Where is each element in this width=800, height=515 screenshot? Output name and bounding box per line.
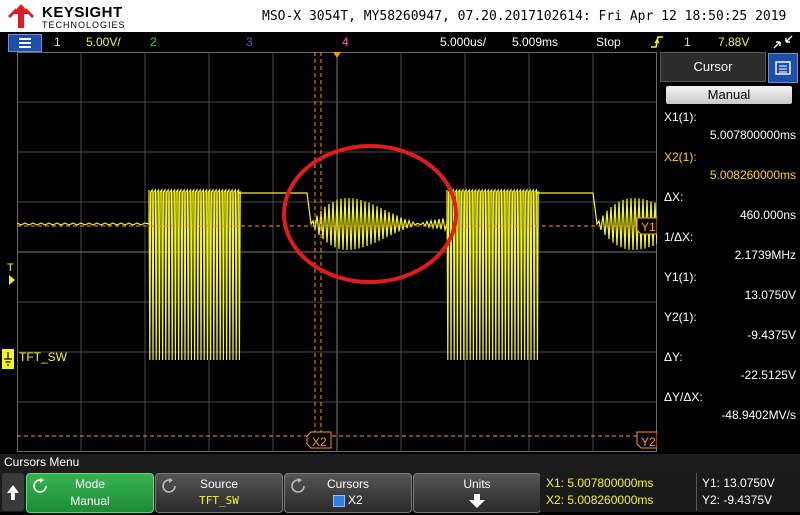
channel2-number[interactable]: 2	[150, 35, 157, 49]
cursor-readout-value: 5.008260000ms	[709, 168, 796, 182]
cursor-readout-value: 460.000ns	[739, 208, 796, 222]
readout-divider	[696, 473, 697, 511]
cursor-panel: Cursor Manual X1(1): 5.007800000ms X2(1): 5…	[660, 52, 800, 452]
cursor-readout-row: Y2(1): -9.4375V	[664, 310, 796, 348]
trigger-position-marker	[333, 52, 341, 58]
trigger-level[interactable]: 7.88V	[718, 35, 749, 49]
y2-marker[interactable]: Y2	[636, 431, 657, 449]
source-softkey[interactable]: Source TFT_SW	[155, 473, 283, 513]
menu-title: Cursors Menu	[4, 455, 80, 469]
cursor-readout-value: 2.1739MHz	[734, 248, 796, 262]
cursor-readout-row: X1(1): 5.007800000ms	[664, 110, 796, 148]
cursor-readout-value: -48.9402MV/s	[721, 408, 796, 422]
cursors-softkey-title: Cursors	[326, 477, 369, 491]
source-softkey-title: Source	[199, 477, 239, 491]
trigger-source[interactable]: 1	[684, 35, 691, 49]
cursor-readout-value: 13.0750V	[744, 288, 796, 302]
channel3-number[interactable]: 3	[246, 35, 253, 49]
cursors-softkey[interactable]: Cursors X2	[284, 473, 412, 513]
cursor-readout-label: Y1(1):	[664, 270, 697, 284]
resize-icon[interactable]	[772, 34, 794, 53]
ground-icon[interactable]	[2, 349, 14, 369]
down-arrow-icon	[469, 494, 485, 508]
channel4-number[interactable]: 4	[342, 35, 349, 49]
readout-x2: X2: 5.008260000ms	[546, 493, 654, 507]
cursor-readout-row: X2(1): 5.008260000ms	[664, 150, 796, 188]
trigger-level-marker[interactable]: T	[7, 262, 14, 274]
x2-marker-label: X2	[312, 435, 327, 449]
back-arrow-icon	[7, 485, 19, 500]
x2-marker[interactable]: X2	[306, 431, 332, 449]
cursor-readout-row: ΔX: 460.000ns	[664, 190, 796, 228]
timebase-scale[interactable]: 5.000us/	[440, 35, 486, 49]
panel-title: Cursor	[660, 52, 766, 82]
instrument-title: MSO-X 3054T, MY58260947, 07.20.201710261…	[262, 9, 787, 24]
units-softkey[interactable]: Units	[413, 473, 541, 513]
trigger-edge-icon	[650, 34, 664, 53]
run-state[interactable]: Stop	[596, 35, 621, 49]
status-bar: 1 5.00V/ 2 3 4 5.000us/ 5.009ms Stop 1 7…	[0, 32, 800, 52]
panel-menu-icon[interactable]	[768, 53, 798, 83]
mode-softkey-title: Mode	[74, 477, 106, 491]
channel-label: TFT_SW	[19, 350, 67, 364]
trigger-level-arrow	[9, 275, 15, 285]
keysight-logo-icon	[8, 4, 34, 28]
y1-marker-label: Y1	[641, 220, 656, 234]
units-softkey-title: Units	[463, 477, 491, 491]
mode-softkey-value: Manual	[70, 494, 110, 508]
graticule	[17, 52, 657, 452]
cursor-readout-label: ΔY/ΔX:	[664, 390, 703, 404]
readout-y2: Y2: -9.4375V	[702, 493, 773, 507]
cursor-readout-label: X1(1):	[664, 110, 697, 124]
readout-x1: X1: 5.007800000ms	[546, 476, 654, 490]
cursor-selected-indicator	[333, 495, 345, 507]
cursor-readout-row: 1/ΔX: 2.1739MHz	[664, 230, 796, 268]
waveform-display[interactable]: X2 Y1 Y2	[17, 52, 657, 452]
timebase-delay[interactable]: 5.009ms	[512, 35, 558, 49]
cursor-readout-row: Y1(1): 13.0750V	[664, 270, 796, 308]
keysight-logo: KEYSIGHT TECHNOLOGIES	[4, 2, 144, 30]
title-bar: KEYSIGHT TECHNOLOGIES MSO-X 3054T, MY582…	[0, 0, 800, 32]
cursor-readout-label: 1/ΔX:	[664, 230, 694, 244]
cursor-readout-label: X2(1):	[664, 150, 697, 164]
cursor-readout-label: Y2(1):	[664, 310, 697, 324]
cursor-readout-label: ΔX:	[664, 190, 684, 204]
cursor-readout-value: -9.4375V	[747, 328, 796, 342]
channel1-number[interactable]: 1	[54, 35, 61, 49]
cursor-readout: X1: 5.007800000ms X2: 5.008260000ms Y1: …	[540, 473, 800, 511]
mode-softkey[interactable]: Mode Manual	[26, 473, 154, 513]
y2-marker-label: Y2	[641, 435, 656, 449]
channel1-scale[interactable]: 5.00V/	[86, 35, 121, 49]
brand-subtitle: TECHNOLOGIES	[42, 20, 126, 30]
y1-marker[interactable]: Y1	[636, 217, 657, 235]
brand-name: KEYSIGHT	[42, 4, 123, 21]
cursor-readout-row: ΔY: -22.5125V	[664, 350, 796, 388]
source-softkey-value: TFT_SW	[199, 494, 239, 507]
cursors-softkey-value: X2	[348, 493, 363, 507]
cursor-readout-value: 5.007800000ms	[709, 128, 796, 142]
cursor-readout-value: -22.5125V	[740, 368, 796, 382]
cursor-readout-label: ΔY:	[664, 350, 683, 364]
cursor-mode-button[interactable]: Manual	[666, 86, 792, 104]
readout-y1: Y1: 13.0750V	[702, 476, 775, 490]
menu-icon[interactable]	[8, 34, 42, 52]
back-button[interactable]	[2, 473, 24, 511]
cursor-readout-row: ΔY/ΔX: -48.9402MV/s	[664, 390, 796, 428]
